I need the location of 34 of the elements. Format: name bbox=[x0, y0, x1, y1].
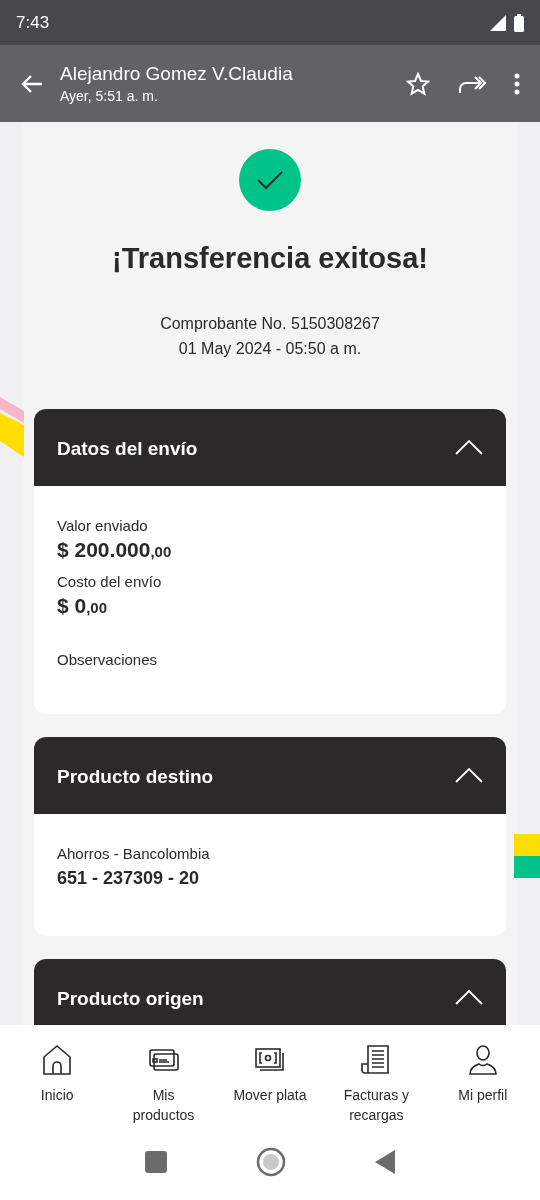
field-label: Observaciones bbox=[57, 649, 159, 670]
contact-name: Alejandro Gomez V.Claudia bbox=[60, 61, 294, 86]
section-title: Producto origen bbox=[57, 986, 204, 1011]
status-time: 7:43 bbox=[16, 11, 50, 34]
left-stripe-drawing bbox=[0, 397, 24, 459]
more-icon[interactable] bbox=[514, 72, 520, 95]
home-button-icon[interactable] bbox=[256, 1147, 286, 1177]
field-label: Costo del envío bbox=[57, 571, 163, 592]
section-header[interactable]: Datos del envío bbox=[34, 408, 506, 486]
back-triangle-icon[interactable] bbox=[375, 1150, 396, 1174]
nav-item[interactable]: Inicio bbox=[15, 1043, 100, 1140]
receipt-detail: 01 May 2024 - 05:50 a m. bbox=[178, 338, 362, 359]
success-title: ¡Transferencia exitosa! bbox=[112, 241, 428, 276]
section-header[interactable]: Producto origen bbox=[34, 958, 506, 1025]
battery-icon bbox=[514, 13, 524, 32]
nav-item[interactable]: Mi perfil bbox=[440, 1043, 525, 1140]
amount-value: $ 200.000,00 bbox=[57, 536, 173, 563]
success-check-icon bbox=[239, 149, 301, 211]
field-label: Ahorros - Bancolombia bbox=[57, 843, 211, 864]
star-icon[interactable] bbox=[406, 71, 430, 96]
section-title: Producto destino bbox=[57, 764, 214, 789]
account-number: 651 - 237309 - 20 bbox=[57, 866, 201, 890]
nav-item[interactable]: Mover plata bbox=[227, 1043, 312, 1140]
receipt-detail: Comprobante No. 5150308267 bbox=[160, 313, 380, 334]
right-stripe-drawing bbox=[514, 834, 540, 880]
section-header[interactable]: Producto destino bbox=[34, 736, 506, 814]
nav-item[interactable]: Mis productos bbox=[121, 1043, 206, 1140]
amount-value: $ 0,00 bbox=[57, 592, 109, 619]
field-label: Valor enviado bbox=[57, 515, 149, 536]
nav-item[interactable]: Facturas y recargas bbox=[334, 1043, 419, 1140]
signal-icon bbox=[490, 14, 506, 31]
recents-icon[interactable] bbox=[144, 1151, 167, 1173]
message-time: Ayer, 5:51 a. m. bbox=[60, 86, 159, 106]
section-title: Datos del envío bbox=[57, 436, 198, 461]
